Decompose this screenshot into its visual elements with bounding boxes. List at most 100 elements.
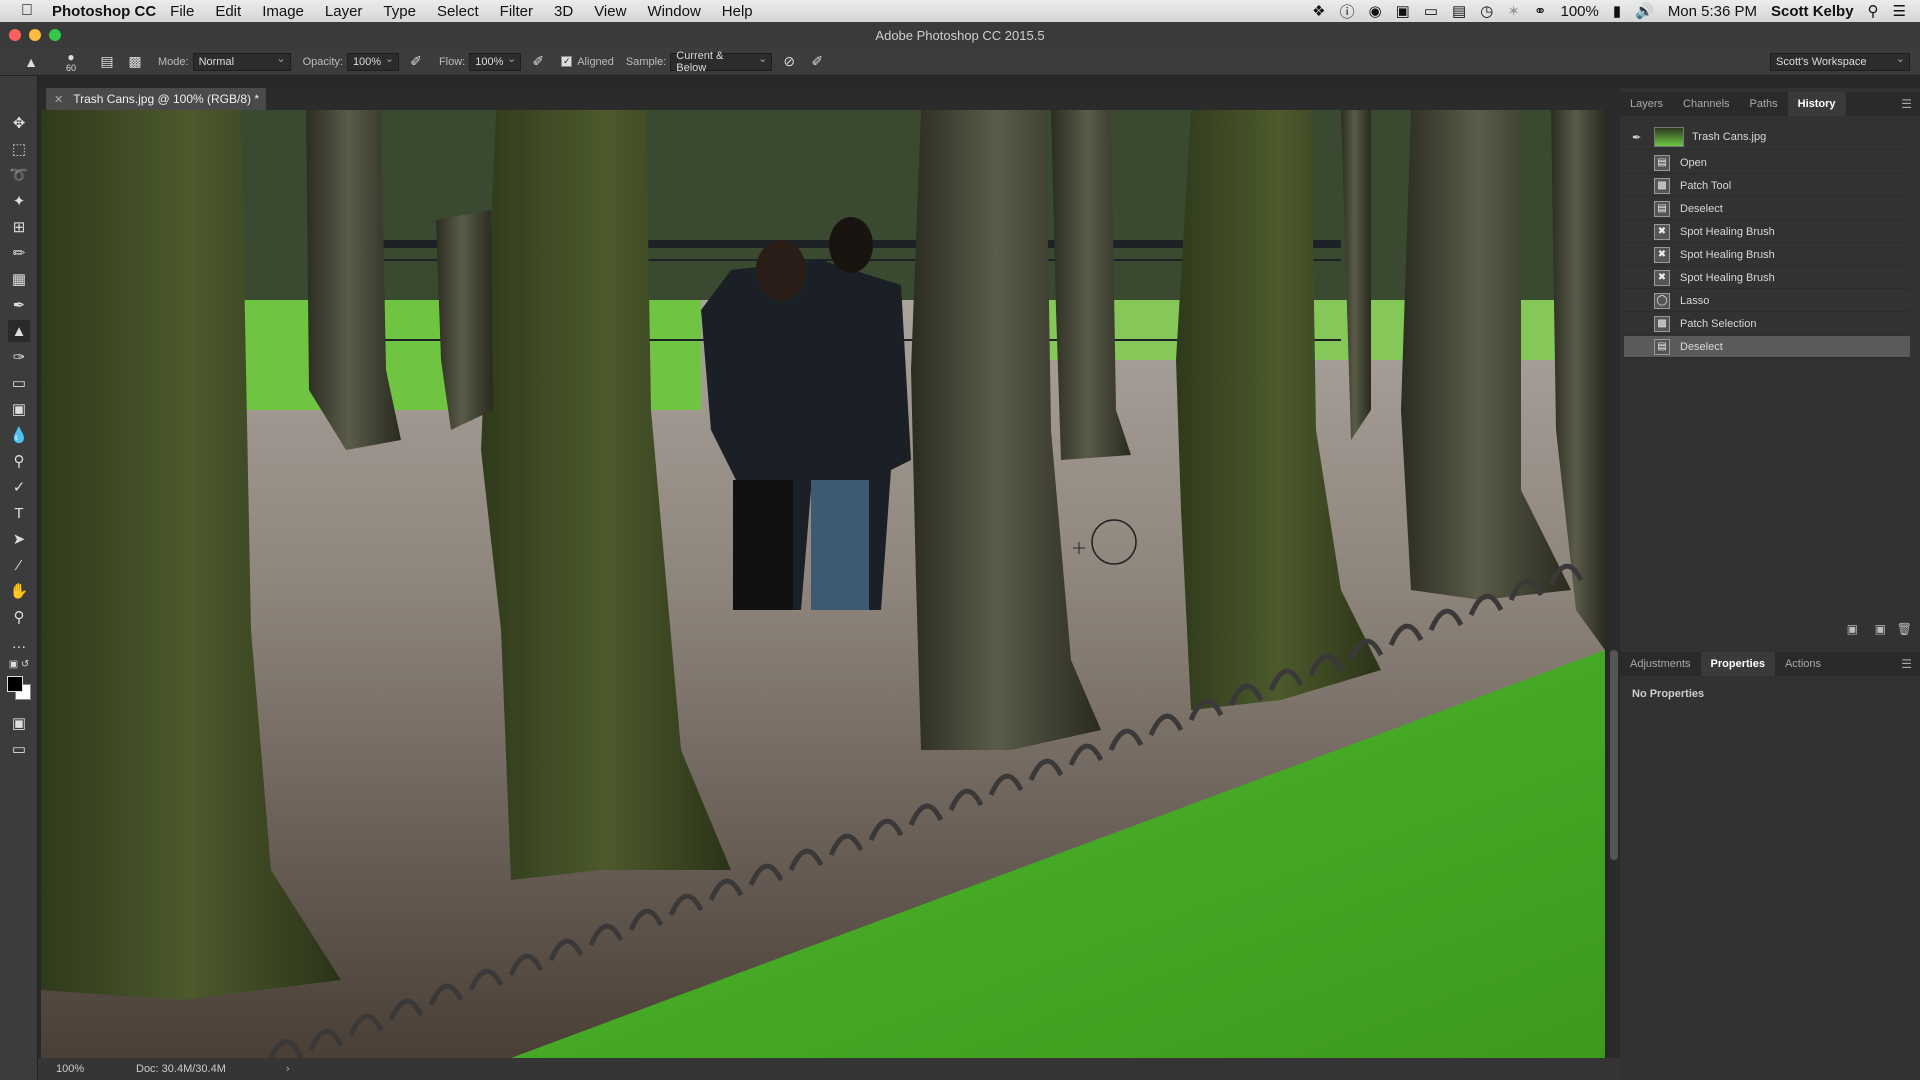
eyedropper-tool-icon[interactable]: ✏: [8, 242, 30, 264]
tab-properties[interactable]: Properties: [1700, 652, 1775, 676]
zoom-level-field[interactable]: 100%: [56, 1063, 126, 1075]
image-canvas[interactable]: [41, 110, 1605, 1058]
menu-view[interactable]: View: [594, 3, 626, 20]
history-brush-source-slot[interactable]: [1632, 226, 1644, 238]
history-brush-source-slot[interactable]: [1632, 295, 1644, 307]
healing-brush-tool-icon[interactable]: ▦: [8, 268, 30, 290]
history-state[interactable]: ▩ Patch Selection: [1624, 313, 1910, 335]
properties-menu-icon[interactable]: ☰: [1901, 657, 1912, 671]
history-brush-source-icon[interactable]: ✒: [1632, 131, 1644, 144]
info-icon[interactable]: ⓘ: [1340, 1, 1355, 22]
tab-adjustments[interactable]: Adjustments: [1620, 652, 1701, 676]
wifi-icon[interactable]: ⚭: [1534, 2, 1547, 20]
menu-edit[interactable]: Edit: [215, 3, 241, 20]
menu-help[interactable]: Help: [722, 3, 753, 20]
delete-state-icon[interactable]: 🗑: [1897, 622, 1912, 636]
menu-file[interactable]: File: [170, 3, 194, 20]
airplay-icon[interactable]: ▭: [1424, 2, 1438, 20]
document-tab[interactable]: ✕ Trash Cans.jpg @ 100% (RGB/8) *: [46, 88, 266, 110]
vertical-scrollbar[interactable]: [1608, 110, 1620, 1058]
time-machine-icon[interactable]: ◷: [1480, 2, 1493, 20]
ignore-adjustment-layers-icon[interactable]: ⊘: [778, 51, 800, 73]
battery-icon[interactable]: ▮: [1613, 2, 1621, 20]
history-brush-source-slot[interactable]: [1632, 180, 1644, 192]
history-state[interactable]: ▤ Deselect: [1624, 336, 1910, 358]
camera-icon[interactable]: ▣: [1396, 2, 1410, 20]
default-colors-icon[interactable]: ▣ ↺: [8, 658, 30, 670]
foreground-color-swatch[interactable]: [7, 676, 23, 692]
tab-layers[interactable]: Layers: [1620, 92, 1673, 116]
new-document-from-state-icon[interactable]: ▣: [1847, 622, 1858, 636]
history-brush-source-slot[interactable]: [1632, 341, 1644, 353]
brush-settings-icon[interactable]: ▤: [96, 51, 118, 73]
vertical-scroll-thumb[interactable]: [1610, 650, 1618, 860]
history-brush-tool-icon[interactable]: ✑: [8, 346, 30, 368]
display-icon[interactable]: ▤: [1452, 2, 1466, 20]
close-tab-icon[interactable]: ✕: [54, 93, 63, 106]
apple-icon[interactable]: : [12, 2, 42, 20]
history-brush-source-slot[interactable]: [1632, 318, 1644, 330]
history-state[interactable]: ✖ Spot Healing Brush: [1624, 221, 1910, 243]
menu-image[interactable]: Image: [262, 3, 304, 20]
minimize-window-button[interactable]: [29, 29, 41, 41]
status-menu-arrow-icon[interactable]: ›: [286, 1063, 290, 1075]
clone-stamp-tool-icon[interactable]: ▲: [8, 320, 30, 342]
type-tool-icon[interactable]: T: [8, 502, 30, 524]
history-state[interactable]: ◯ Lasso: [1624, 290, 1910, 312]
dropbox-icon[interactable]: ❖: [1312, 2, 1325, 20]
menu-window[interactable]: Window: [647, 3, 700, 20]
clone-stamp-icon[interactable]: ▲: [20, 51, 42, 73]
bluetooth-icon[interactable]: ✶: [1507, 2, 1520, 20]
tab-channels[interactable]: Channels: [1673, 92, 1739, 116]
tab-actions[interactable]: Actions: [1775, 652, 1831, 676]
quick-mask-icon[interactable]: ▣: [8, 712, 30, 734]
snapshot-camera-icon[interactable]: ▣: [1875, 622, 1886, 636]
tab-history[interactable]: History: [1787, 92, 1846, 116]
magic-wand-tool-icon[interactable]: ✦: [8, 190, 30, 212]
zoom-window-button[interactable]: [49, 29, 61, 41]
brush-tool-icon[interactable]: ✒: [8, 294, 30, 316]
airbrush-icon[interactable]: ✐: [527, 51, 549, 73]
history-state[interactable]: ▩ Patch Tool: [1624, 175, 1910, 197]
flow-field[interactable]: 100%: [469, 52, 522, 71]
menu-3d[interactable]: 3D: [554, 3, 573, 20]
spotlight-icon[interactable]: ⚲: [1868, 2, 1879, 20]
user-name[interactable]: Scott Kelby: [1771, 3, 1854, 20]
lasso-tool-icon[interactable]: ➰: [8, 164, 30, 186]
history-state[interactable]: ▤ Deselect: [1624, 198, 1910, 220]
notification-center-icon[interactable]: ☰: [1893, 2, 1906, 20]
panel-menu-icon[interactable]: ☰: [1901, 97, 1912, 111]
pen-tool-icon[interactable]: ✓: [8, 476, 30, 498]
workspace-select[interactable]: Scott's Workspace: [1770, 52, 1910, 71]
menu-layer[interactable]: Layer: [325, 3, 363, 20]
crop-tool-icon[interactable]: ⊞: [8, 216, 30, 238]
eraser-tool-icon[interactable]: ▭: [8, 372, 30, 394]
move-tool-icon[interactable]: ✥: [8, 112, 30, 134]
clone-source-icon[interactable]: ▩: [124, 51, 146, 73]
history-snapshot[interactable]: ✒ Trash Cans.jpg: [1624, 124, 1910, 150]
close-window-button[interactable]: [9, 29, 21, 41]
menu-select[interactable]: Select: [437, 3, 479, 20]
history-state[interactable]: ▤ Open: [1624, 152, 1910, 174]
blur-tool-icon[interactable]: 💧: [8, 424, 30, 446]
pressure-size-icon[interactable]: ✐: [806, 51, 828, 73]
marquee-tool-icon[interactable]: ⬚: [8, 138, 30, 160]
path-selection-tool-icon[interactable]: ➤: [8, 528, 30, 550]
zoom-tool-icon[interactable]: ⚲: [8, 606, 30, 628]
sample-select[interactable]: Current & Below: [670, 50, 773, 74]
pressure-opacity-icon[interactable]: ✐: [405, 51, 427, 73]
history-brush-source-slot[interactable]: [1632, 157, 1644, 169]
aligned-checkbox[interactable]: ✓: [561, 56, 573, 67]
menu-filter[interactable]: Filter: [500, 3, 533, 20]
history-state[interactable]: ✖ Spot Healing Brush: [1624, 244, 1910, 266]
history-state[interactable]: ✖ Spot Healing Brush: [1624, 267, 1910, 289]
mode-select[interactable]: Normal: [192, 52, 291, 71]
history-brush-source-slot[interactable]: [1632, 272, 1644, 284]
brush-preset-picker[interactable]: ● 60: [60, 50, 82, 73]
more-tools-icon[interactable]: …: [8, 632, 30, 654]
clock[interactable]: Mon 5:36 PM: [1668, 3, 1757, 20]
history-brush-source-slot[interactable]: [1632, 203, 1644, 215]
tab-paths[interactable]: Paths: [1740, 92, 1788, 116]
screen-mode-icon[interactable]: ▭: [8, 738, 30, 760]
app-menu[interactable]: Photoshop CC: [52, 3, 156, 20]
